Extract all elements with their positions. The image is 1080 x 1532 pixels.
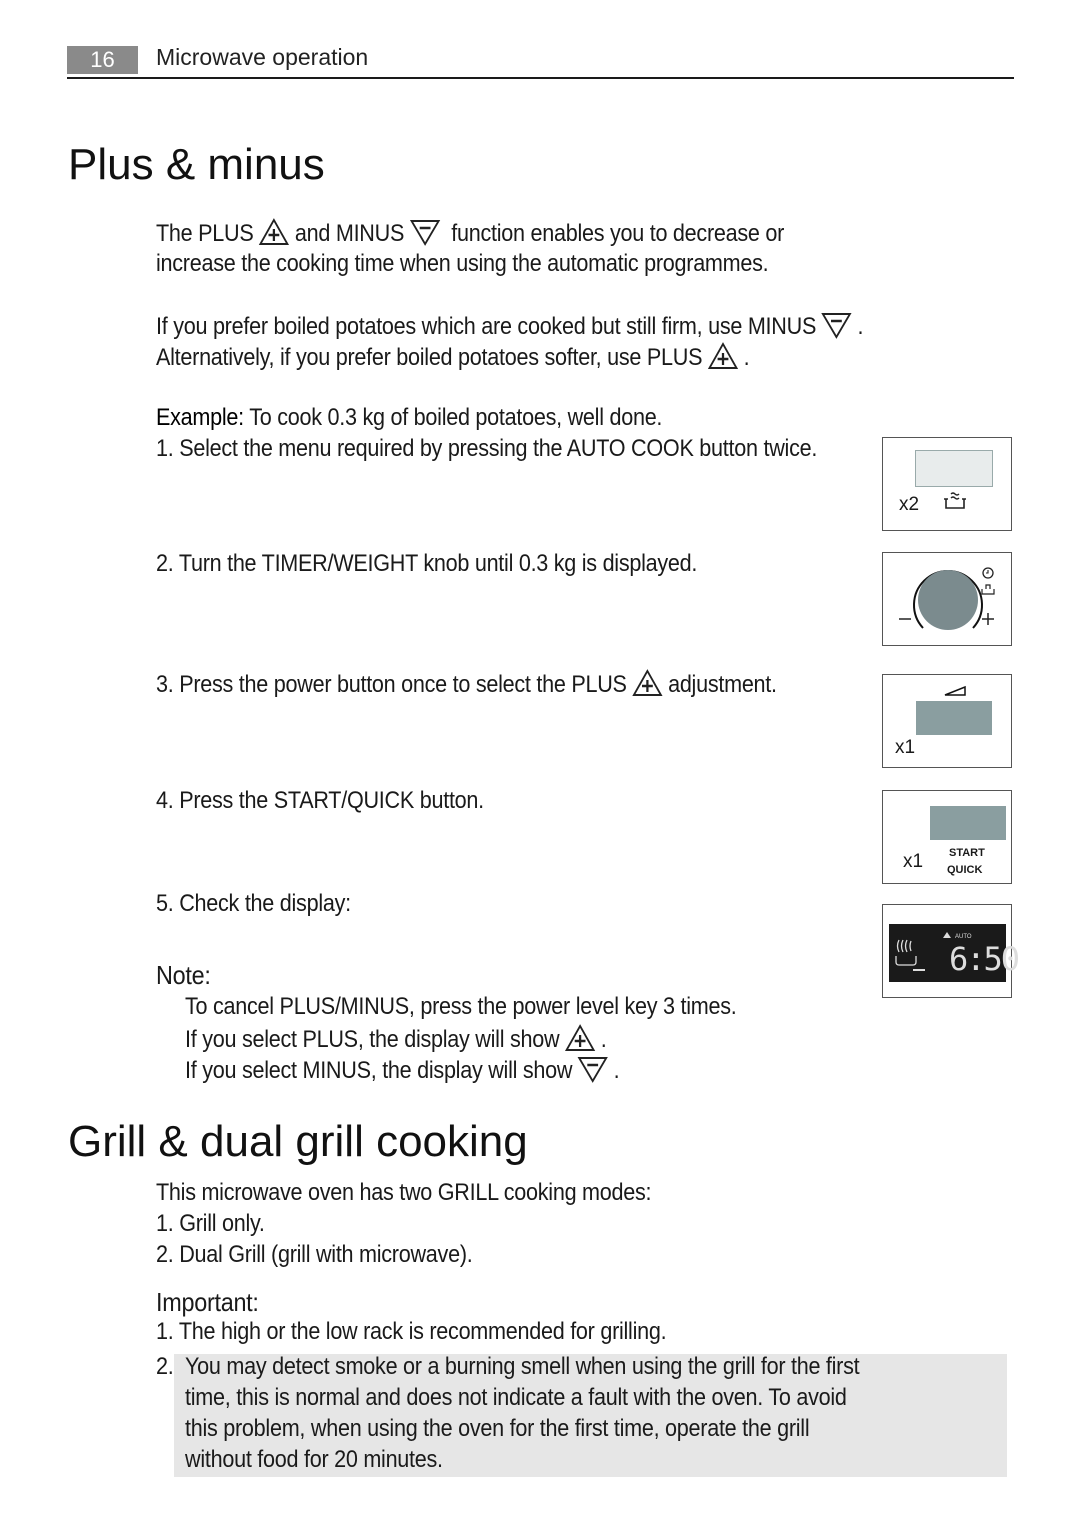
step-4: 4. Press the START/QUICK button. — [156, 787, 484, 815]
plus-icon — [632, 669, 663, 697]
plus-indicator-icon — [943, 932, 951, 938]
step-text: Press the START/QUICK button. — [179, 787, 484, 814]
pref-line-2: Alternatively, if you prefer boiled pota… — [156, 342, 750, 371]
step-num: 1. — [156, 435, 174, 462]
knob-illustration — [899, 567, 995, 630]
step-num: 4. — [156, 787, 174, 814]
minus-icon — [578, 1055, 609, 1083]
important-item-2-num: 2. — [156, 1353, 174, 1380]
intro-text-a: The PLUS — [156, 220, 254, 247]
step-num: 3. — [156, 671, 174, 698]
step-text: Check the display: — [179, 890, 351, 917]
step-num: 2. — [156, 550, 174, 577]
grill-mode-2: 2. Dual Grill (grill with microwave). — [156, 1241, 473, 1268]
step-5: 5. Check the display: — [156, 890, 351, 918]
auto-cook-icon — [944, 492, 966, 509]
start-label: START — [949, 847, 985, 859]
power-button-panel: x1 — [882, 674, 1012, 768]
display-panel: AUTO 6:50 — [882, 904, 1020, 998]
quick-label: QUICK — [947, 864, 983, 876]
step-3: 3. Press the power button once to select… — [156, 669, 777, 699]
minus-icon — [410, 218, 441, 246]
example-text: To cook 0.3 kg of boiled potatoes, well … — [249, 404, 663, 431]
power-level-icon — [944, 685, 966, 696]
step-text: Turn the TIMER/WEIGHT knob until 0.3 kg … — [178, 550, 698, 577]
step-text: Press the power button once to select th… — [179, 671, 627, 698]
minus-icon — [821, 311, 852, 339]
display-blank — [915, 450, 993, 487]
note-line-3: If you select MINUS, the display will sh… — [185, 1055, 620, 1084]
timer-weight-knob-panel — [882, 552, 1012, 646]
press-count: x1 — [895, 737, 916, 758]
intro-line-1: The PLUS and MINUS function enables you t… — [156, 218, 784, 248]
important-item-2-line: this problem, when using the oven for th… — [185, 1415, 810, 1442]
lcd-display: AUTO 6:50 — [889, 924, 1020, 982]
section-title: Microwave operation — [156, 44, 369, 70]
intro-text-c: function enables you to decrease or — [451, 220, 785, 247]
grill-heading: Grill & dual grill cooking — [68, 1117, 528, 1166]
important-label: Important: — [156, 1287, 259, 1317]
start-quick-panel: x1 START QUICK — [882, 790, 1012, 884]
grill-intro: This microwave oven has two GRILL cookin… — [156, 1179, 652, 1206]
grill-mode-1: 1. Grill only. — [156, 1210, 265, 1237]
important-item-2-line: without food for 20 minutes. — [185, 1446, 443, 1473]
step-num: 5. — [156, 890, 174, 917]
step-text: Select the menu required by pressing the… — [179, 435, 818, 462]
important-item-1: 1. The high or the low rack is recommend… — [156, 1318, 667, 1345]
pref-text-1: If you prefer boiled potatoes which are … — [156, 313, 817, 340]
auto-cook-display-icon — [895, 939, 925, 971]
intro-line-2: increase the cooking time when using the… — [156, 250, 769, 277]
pref-text-2: Alternatively, if you prefer boiled pota… — [156, 344, 703, 371]
intro-text-b: and MINUS — [294, 220, 405, 247]
note-label: Note: — [156, 960, 211, 990]
plus-minus-heading: Plus & minus — [68, 140, 325, 189]
plus-icon — [708, 342, 739, 370]
note-line-2: If you select PLUS, the display will sho… — [185, 1024, 607, 1053]
note-text-2: If you select PLUS, the display will sho… — [185, 1026, 560, 1053]
note-text-3: If you select MINUS, the display will sh… — [185, 1057, 573, 1084]
plus-icon — [565, 1024, 596, 1052]
important-item-2-line: You may detect smoke or a burning smell … — [185, 1353, 860, 1380]
step-2: 2. Turn the TIMER/WEIGHT knob until 0.3 … — [156, 550, 697, 578]
time-readout: 6:50 — [949, 940, 1020, 978]
step-1: 1. Select the menu required by pressing … — [156, 435, 817, 463]
header-rule — [67, 77, 1014, 79]
important-item-2-line: time, this is normal and does not indica… — [185, 1384, 847, 1411]
example-label: Example: — [156, 404, 244, 431]
press-count: x2 — [899, 494, 920, 515]
page-number: 16 — [67, 46, 138, 74]
pref-line-1: If you prefer boiled potatoes which are … — [156, 311, 864, 340]
note-line-1: To cancel PLUS/MINUS, press the power le… — [185, 993, 737, 1020]
example-line: Example: To cook 0.3 kg of boiled potato… — [156, 404, 662, 432]
plus-icon — [259, 218, 290, 246]
step-text-b: adjustment. — [668, 671, 777, 698]
press-count: x1 — [903, 851, 924, 872]
start-quick-button — [930, 806, 1006, 840]
power-button — [916, 701, 992, 735]
knob-icon — [918, 570, 978, 630]
auto-cook-panel: x2 — [882, 437, 1012, 531]
